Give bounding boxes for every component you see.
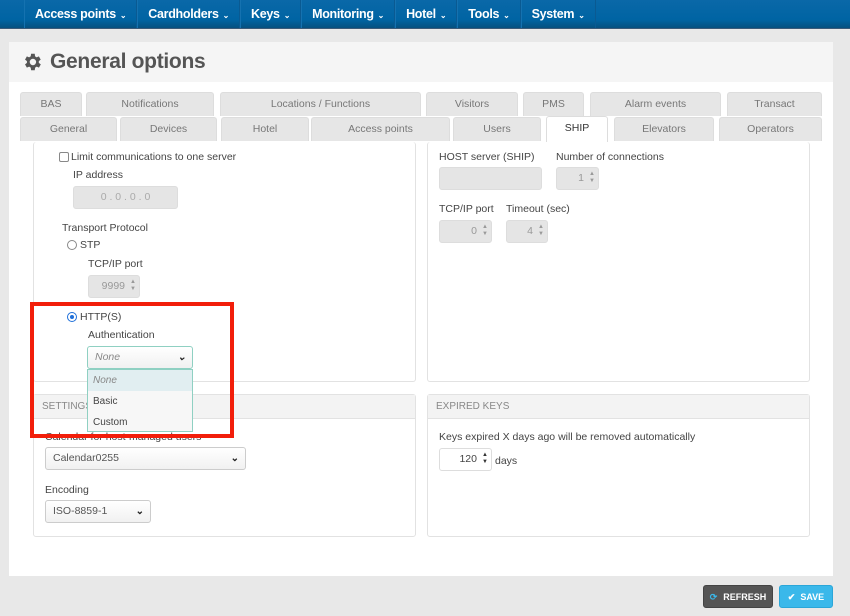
tab-general[interactable]: General (20, 117, 117, 141)
tab-operators[interactable]: Operators (719, 117, 822, 141)
nav-hotel[interactable]: Hotel ⌄ (395, 0, 458, 28)
encoding-select[interactable]: ISO-8859-1 ⌄ (45, 500, 151, 523)
chevron-down-icon: ⌄ (222, 11, 230, 20)
expired-days-input[interactable]: 120 ▲ ▼ (439, 448, 492, 471)
chevron-down-icon: ⌄ (283, 11, 291, 20)
page-title: General options (50, 50, 206, 73)
nav-access-points[interactable]: Access points ⌄ (24, 0, 138, 28)
connections-label: Number of connections (556, 151, 664, 163)
save-button[interactable]: ✔ SAVE (779, 585, 833, 608)
host-server-input[interactable] (439, 167, 542, 190)
highlight-annotation (30, 302, 234, 438)
page-header: General options (9, 42, 833, 82)
spinner-icon[interactable]: ▲ ▼ (482, 452, 488, 466)
limit-server-label: Limit communications to one server (71, 151, 237, 163)
tcp-port-input[interactable]: 0 ▲ ▼ (439, 220, 492, 243)
calendar-select[interactable]: Calendar0255 ⌄ (45, 447, 246, 470)
chevron-down-icon: ⌄ (230, 453, 239, 464)
host-server-label: HOST server (SHIP) (439, 151, 535, 163)
chevron-down-icon: ⌄ (578, 11, 585, 20)
timeout-label: Timeout (sec) (506, 203, 570, 215)
nav-keys[interactable]: Keys ⌄ (240, 0, 302, 28)
ip-address-label: IP address (73, 169, 124, 181)
spinner-icon[interactable]: ▲ ▼ (482, 224, 488, 238)
tab-alarm-events[interactable]: Alarm events (590, 92, 721, 116)
tab-hotel[interactable]: Hotel (221, 117, 309, 141)
expired-keys-description: Keys expired X days ago will be removed … (439, 431, 696, 443)
spinner-icon[interactable]: ▲ ▼ (538, 224, 544, 238)
refresh-button[interactable]: ⟳ REFRESH (703, 585, 773, 608)
nav-system[interactable]: System ⌄ (520, 0, 596, 28)
chevron-down-icon: ⌄ (119, 11, 127, 20)
ip-address-input[interactable]: 0 . 0 . 0 . 0 (73, 186, 178, 209)
nav-tools[interactable]: Tools ⌄ (457, 0, 521, 28)
stp-port-input[interactable]: 9999 ▲ ▼ (88, 275, 140, 298)
tab-devices[interactable]: Devices (120, 117, 217, 141)
chevron-down-icon: ⌄ (135, 506, 144, 517)
limit-server-checkbox[interactable] (59, 152, 69, 162)
tab-access-points[interactable]: Access points (311, 117, 450, 141)
top-navbar: Access points ⌄ Cardholders ⌄ Keys ⌄ Monito… (0, 0, 850, 29)
tab-elevators[interactable]: Elevators (614, 117, 714, 141)
chevron-down-icon: ⌄ (377, 11, 385, 20)
tab-notifications[interactable]: Notifications (86, 92, 214, 116)
spinner-icon[interactable]: ▲ ▼ (589, 171, 595, 185)
transport-protocol-label: Transport Protocol (62, 222, 148, 234)
tab-visitors[interactable]: Visitors (426, 92, 518, 116)
check-icon: ✔ (787, 592, 796, 602)
tab-transact[interactable]: Transact (727, 92, 822, 116)
timeout-input[interactable]: 4 ▲ ▼ (506, 220, 548, 243)
stp-port-label: TCP/IP port (88, 258, 143, 270)
tab-users[interactable]: Users (453, 117, 541, 141)
stp-radio[interactable] (67, 240, 77, 250)
expired-keys-header: EXPIRED KEYS (428, 395, 809, 419)
tcp-port-label: TCP/IP port (439, 203, 494, 215)
encoding-label: Encoding (45, 484, 89, 496)
nav-monitoring[interactable]: Monitoring ⌄ (301, 0, 396, 28)
refresh-icon: ⟳ (709, 592, 718, 602)
chevron-down-icon: ⌄ (503, 11, 510, 20)
days-unit-label: days (495, 455, 518, 467)
tab-bas[interactable]: BAS (20, 92, 82, 116)
stp-label: STP (80, 239, 101, 251)
tab-ship[interactable]: SHIP (546, 116, 608, 142)
tab-pms[interactable]: PMS (523, 92, 584, 116)
tab-locations-functions[interactable]: Locations / Functions (220, 92, 421, 116)
spinner-icon[interactable]: ▲ ▼ (130, 279, 136, 293)
connections-input[interactable]: 1 ▲ ▼ (556, 167, 599, 190)
chevron-down-icon: ⌄ (439, 11, 447, 20)
nav-cardholders[interactable]: Cardholders ⌄ (137, 0, 240, 28)
gear-icon (25, 53, 41, 71)
